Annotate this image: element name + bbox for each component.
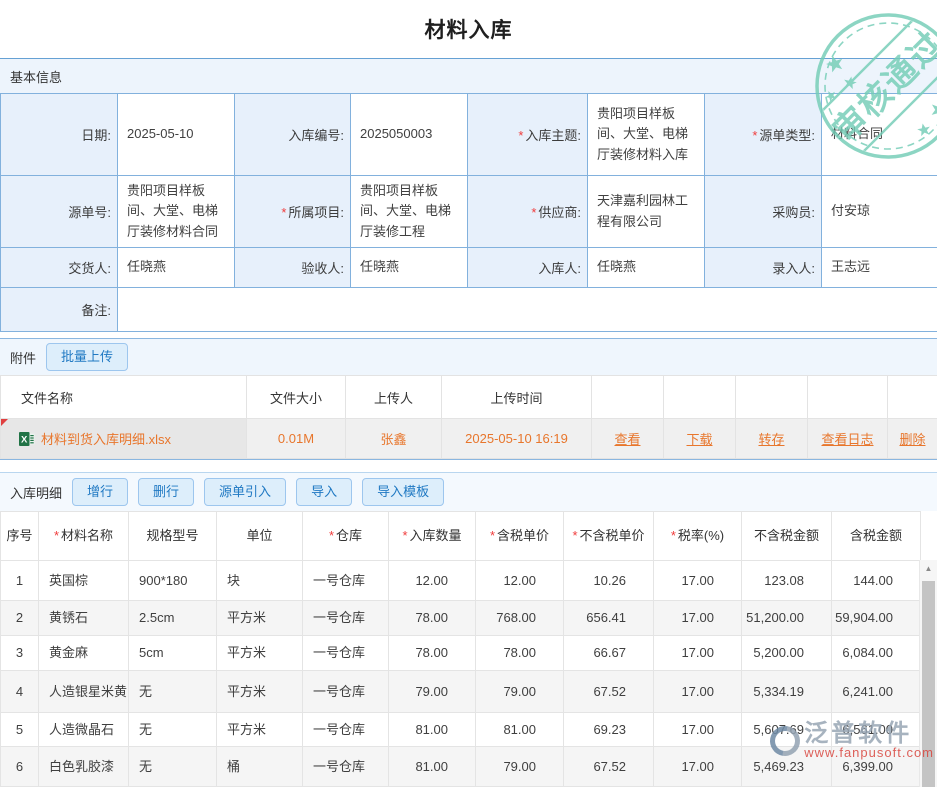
svg-text:X: X (21, 434, 28, 445)
batch-upload-button[interactable]: 批量上传 (46, 343, 128, 371)
col-seq: 序号 (1, 512, 39, 561)
field-value-date: 2025-05-10 (118, 94, 235, 176)
attachment-view-link[interactable]: 查看 (614, 432, 640, 447)
attachments-section: 附件 批量上传 文件名称 文件大小 上传人 上传时间 (0, 338, 937, 460)
field-value-supplier: 天津嘉利园林工程有限公司 (588, 176, 705, 248)
detail-row: 1 英国棕 900*180 块 一号仓库 12.00 12.00 10.26 1… (1, 561, 921, 601)
field-label-source-type: *源单类型: (705, 94, 822, 176)
basic-info-table: 日期: 2025-05-10 入库编号: 2025050003 *入库主题: 贵… (0, 93, 937, 332)
excel-file-icon: X (19, 431, 35, 447)
field-value-deliverer: 任晓燕 (118, 248, 235, 288)
delete-row-button[interactable]: 删行 (138, 478, 194, 506)
attachments-header: 附件 批量上传 (0, 339, 937, 375)
attachments-table: 文件名称 文件大小 上传人 上传时间 X 材料到货入库 (0, 375, 937, 459)
attachment-transfer-link[interactable]: 转存 (758, 432, 784, 447)
source-import-button[interactable]: 源单引入 (204, 478, 286, 506)
attachment-file-cell[interactable]: X 材料到货入库明细.xlsx (1, 419, 247, 459)
detail-table: 序号 *材料名称 规格型号 单位 *仓库 *入库数量 *含税单价 *不含税单价 … (0, 511, 921, 787)
field-value-source-no: 贵阳项目样板间、大堂、电梯厅装修材料合同 (118, 176, 235, 248)
detail-row: 6 白色乳胶漆 无 桶 一号仓库 81.00 79.00 67.52 17.00… (1, 747, 921, 787)
col-amount-notax: 不含税金额 (742, 512, 832, 561)
attachment-upload-time: 2025-05-10 16:19 (442, 419, 592, 459)
field-value-purchaser: 付安琼 (822, 176, 937, 248)
field-label-warehouser: 入库人: (468, 248, 588, 288)
detail-title: 入库明细 (10, 483, 62, 502)
attachment-uploader: 张鑫 (346, 419, 442, 459)
detail-row: 5 人造微晶石 无 平方米 一号仓库 81.00 81.00 69.23 17.… (1, 713, 921, 747)
field-value-recorder: 王志远 (822, 248, 937, 288)
field-label-recorder: 录入人: (705, 248, 822, 288)
col-material: *材料名称 (39, 512, 129, 561)
field-value-receipt-no: 2025050003 (351, 94, 468, 176)
field-value-inspector: 任晓燕 (351, 248, 468, 288)
add-row-button[interactable]: 增行 (72, 478, 128, 506)
field-label-date: 日期: (1, 94, 118, 176)
field-value-project: 贵阳项目样板间、大堂、电梯厅装修工程 (351, 176, 468, 248)
col-qty: *入库数量 (389, 512, 476, 561)
col-price-notax: *不含税单价 (564, 512, 654, 561)
col-spec: 规格型号 (129, 512, 217, 561)
page-title: 材料入库 (0, 0, 937, 58)
field-label-deliverer: 交货人: (1, 248, 118, 288)
attach-col-uploader: 上传人 (346, 376, 442, 419)
detail-header: 入库明细 增行 删行 源单引入 导入 导入模板 (0, 473, 937, 511)
attachment-viewlog-link[interactable]: 查看日志 (821, 432, 873, 447)
field-value-source-type: 材料合同 (822, 94, 937, 176)
field-label-source-no: 源单号: (1, 176, 118, 248)
field-value-remark (118, 288, 937, 332)
col-unit: 单位 (217, 512, 303, 561)
scroll-up-icon[interactable]: ▲ (920, 560, 937, 576)
scrollbar-thumb[interactable] (922, 581, 935, 787)
detail-row: 3 黄金麻 5cm 平方米 一号仓库 78.00 78.00 66.67 17.… (1, 636, 921, 671)
field-label-supplier: *供应商: (468, 176, 588, 248)
field-label-purchaser: 采购员: (705, 176, 822, 248)
attachments-title: 附件 (10, 348, 36, 367)
import-button[interactable]: 导入 (296, 478, 352, 506)
field-label-inspector: 验收人: (235, 248, 351, 288)
import-template-button[interactable]: 导入模板 (362, 478, 444, 506)
basic-info-header: 基本信息 (0, 59, 937, 93)
attachment-download-link[interactable]: 下载 (686, 432, 712, 447)
detail-table-scrollbar[interactable]: ▲ (919, 560, 937, 787)
col-price-tax: *含税单价 (476, 512, 564, 561)
attach-col-size: 文件大小 (247, 376, 346, 419)
detail-row: 4 人造银星米黄 无 平方米 一号仓库 79.00 79.00 67.52 17… (1, 671, 921, 713)
col-amount-tax: 含税金额 (832, 512, 921, 561)
field-label-subject: *入库主题: (468, 94, 588, 176)
attachment-file-size: 0.01M (247, 419, 346, 459)
col-taxrate: *税率(%) (654, 512, 742, 561)
detail-section: 入库明细 增行 删行 源单引入 导入 导入模板 序号 *材料名称 规格型号 单位… (0, 472, 937, 787)
basic-info-title: 基本信息 (10, 67, 62, 86)
field-value-subject: 贵阳项目样板间、大堂、电梯厅装修材料入库 (588, 94, 705, 176)
attachment-row: X 材料到货入库明细.xlsx 0.01M 张鑫 2025-05-10 16:1… (1, 419, 937, 459)
field-value-warehouser: 任晓燕 (588, 248, 705, 288)
attachment-delete-link[interactable]: 删除 (899, 432, 925, 447)
field-label-project: *所属项目: (235, 176, 351, 248)
field-label-remark: 备注: (1, 288, 118, 332)
attach-col-name: 文件名称 (1, 376, 247, 419)
attach-col-time: 上传时间 (442, 376, 592, 419)
col-warehouse: *仓库 (303, 512, 389, 561)
detail-row: 2 黄锈石 2.5cm 平方米 一号仓库 78.00 768.00 656.41… (1, 601, 921, 636)
attachment-file-name[interactable]: 材料到货入库明细.xlsx (41, 429, 171, 448)
field-label-receipt-no: 入库编号: (235, 94, 351, 176)
basic-info-section: 基本信息 日期: 2025-05-10 入库编号: 2025050003 *入库… (0, 58, 937, 332)
